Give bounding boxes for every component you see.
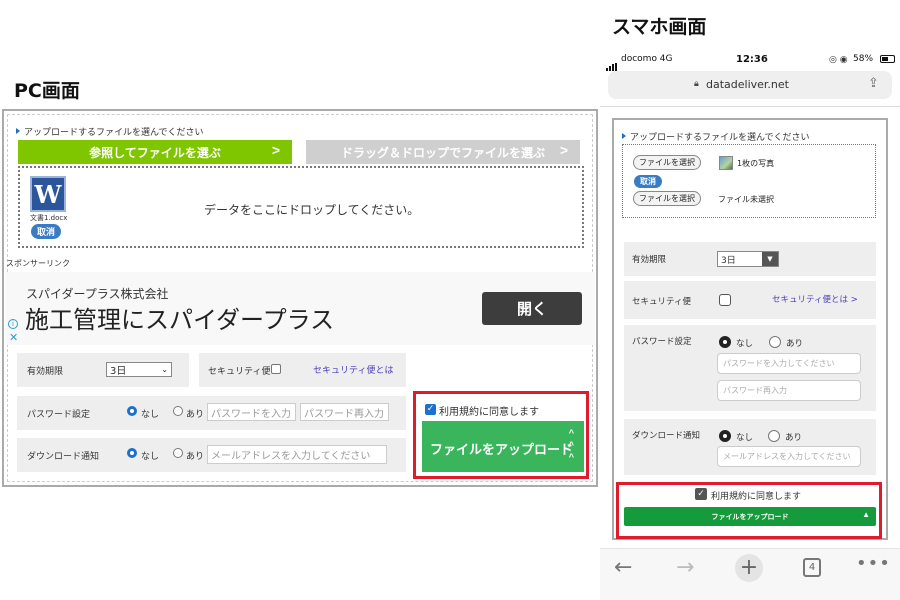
sp-password-yes-radio[interactable] [769, 336, 781, 348]
pc-agree-checkbox[interactable]: ✓ [425, 404, 436, 415]
sp-notify-yes-radio[interactable] [768, 430, 780, 442]
chevron-right-icon: > [559, 142, 568, 158]
drop-zone-text: データをここにドロップしてください。 [204, 203, 420, 217]
security-label: セキュリティ便 [208, 367, 271, 377]
cancel-file-button[interactable]: 取消 [31, 224, 62, 239]
ad-headline[interactable]: 施工管理にスパイダープラス [25, 300, 334, 335]
alarm-icon: ◎ ◉ [829, 55, 848, 65]
battery-icon [880, 55, 895, 63]
more-menu-icon[interactable]: ••• [856, 553, 891, 574]
ad-info-icon[interactable]: i [8, 319, 18, 329]
password-yes-label: あり [186, 410, 205, 420]
signal-icon [606, 56, 618, 71]
browse-files-label: 参照してファイルを選ぶ [89, 145, 221, 160]
notify-none-radio[interactable] [127, 448, 137, 458]
sp-expiry-value: 3日 [721, 255, 736, 266]
pc-agree-label: 利用規約に同意します [439, 407, 539, 418]
sp-password-label: パスワード設定 [632, 337, 692, 347]
password-none-label: なし [141, 410, 160, 420]
battery-fill [882, 57, 888, 61]
sp-cancel-button[interactable]: 取消 [634, 175, 662, 188]
sp-upload-label: ファイルをアップロード [711, 513, 789, 521]
pc-upload-prompt-text: アップロードするファイルを選んでください [24, 128, 204, 138]
drag-drop-label: ドラッグ＆ドロップでファイルを選ぶ [340, 145, 545, 160]
ad-open-button[interactable]: 開く [482, 292, 582, 325]
sp-upload-button[interactable]: ファイルをアップロード ▲ [624, 507, 876, 526]
drag-drop-button[interactable]: ドラッグ＆ドロップでファイルを選ぶ > [306, 140, 580, 164]
sp-password-yes-label: あり [786, 339, 804, 349]
sp-security-checkbox[interactable] [719, 294, 731, 306]
security-info-link[interactable]: セキュリティ便とは [313, 363, 393, 376]
chevron-down-icon: ⌄ [161, 365, 168, 374]
status-time: 12:36 [736, 54, 768, 65]
sp-agree-label: 利用規約に同意します [711, 492, 802, 502]
choose-file-button-2[interactable]: ファイルを選択 [633, 191, 701, 206]
share-icon[interactable]: ⇪ [868, 76, 879, 91]
sp-security-label: セキュリティ便 [632, 297, 691, 307]
sp-upload-prompt: アップロードするファイルを選んでください [622, 130, 810, 143]
word-file-icon: W [30, 176, 66, 212]
lock-icon: 🔒︎ [694, 79, 699, 89]
bullet-triangle-icon [622, 133, 626, 139]
notify-yes-radio[interactable] [173, 448, 183, 458]
pc-upload-prompt: アップロードするファイルを選んでください [16, 125, 204, 138]
battery-percent: 58% [853, 54, 874, 64]
sp-agree-checkbox[interactable]: ✓ [695, 488, 707, 500]
pc-upload-button[interactable]: ファイルをアップロード ^ ^ ^ [422, 421, 584, 472]
notify-none-label: なし [141, 452, 160, 462]
expiry-label: 有効期限 [27, 367, 64, 377]
sp-notify-yes-label: あり [785, 433, 803, 443]
chevron-right-icon: > [271, 142, 280, 158]
password-confirm-input[interactable]: パスワード再入力 [300, 403, 389, 421]
password-yes-radio[interactable] [173, 406, 183, 416]
password-label: パスワード設定 [27, 410, 91, 420]
pc-screen-heading: PC画面 [14, 80, 80, 102]
sp-password-confirm-input[interactable]: パスワード再入力 [717, 380, 861, 401]
sp-password-none-label: なし [736, 339, 754, 349]
sp-notify-email-input[interactable]: メールアドレスを入力してください [717, 446, 861, 467]
sp-upload-prompt-text: アップロードするファイルを選んでください [630, 133, 810, 143]
expiry-value: 3日 [110, 366, 127, 377]
bullet-triangle-icon [16, 128, 20, 134]
sp-notify-none-radio[interactable] [719, 430, 731, 442]
ad-close-icon[interactable]: ✕ [9, 331, 18, 344]
sp-notify-none-label: なし [736, 433, 754, 443]
notify-yes-label: あり [186, 452, 205, 462]
sponsor-label: スポンサーリンク [6, 259, 70, 268]
expiry-select[interactable]: 3日 ⌄ [106, 362, 172, 377]
pc-upload-label: ファイルをアップロード [430, 442, 574, 457]
photo-thumbnail-icon [719, 156, 733, 170]
sp-expiry-label: 有効期限 [632, 255, 667, 265]
file1-status: 1枚の写真 [737, 159, 775, 168]
dropdown-arrow-icon: ▼ [762, 252, 778, 266]
smartphone-screen-heading: スマホ画面 [612, 16, 707, 38]
password-none-radio[interactable] [127, 406, 137, 416]
new-tab-plus-icon[interactable]: + [735, 554, 763, 582]
triangle-up-icon: ▲ [862, 510, 870, 519]
sp-expiry-select[interactable]: 3日 ▼ [717, 251, 779, 267]
sp-download-notify-label: ダウンロード通知 [632, 431, 701, 441]
download-notify-label: ダウンロード通知 [27, 452, 100, 462]
file-name: 文書1.docx [30, 214, 68, 222]
password-input[interactable]: パスワードを入力 [207, 403, 296, 421]
carrier-label: docomo 4G [621, 54, 673, 64]
chevron-up-icon: ^ ^ ^ [568, 428, 574, 462]
back-arrow-icon[interactable]: ← [614, 555, 632, 580]
url-text: datadeliver.net [706, 78, 789, 91]
browser-divider [600, 106, 900, 107]
security-checkbox[interactable] [271, 364, 281, 374]
forward-arrow-icon[interactable]: → [676, 555, 694, 580]
sp-password-input[interactable]: パスワードを入力してください [717, 353, 861, 374]
sp-security-info-link[interactable]: セキュリティ便とは > [772, 293, 858, 305]
sp-password-none-radio[interactable] [719, 336, 731, 348]
tabs-count-icon[interactable]: 4 [803, 558, 821, 577]
browse-files-button[interactable]: 参照してファイルを選ぶ > [18, 140, 292, 164]
choose-file-button-1[interactable]: ファイルを選択 [633, 155, 701, 170]
notify-email-input[interactable]: メールアドレスを入力してください [207, 445, 387, 464]
file2-status: ファイル未選択 [718, 195, 774, 204]
